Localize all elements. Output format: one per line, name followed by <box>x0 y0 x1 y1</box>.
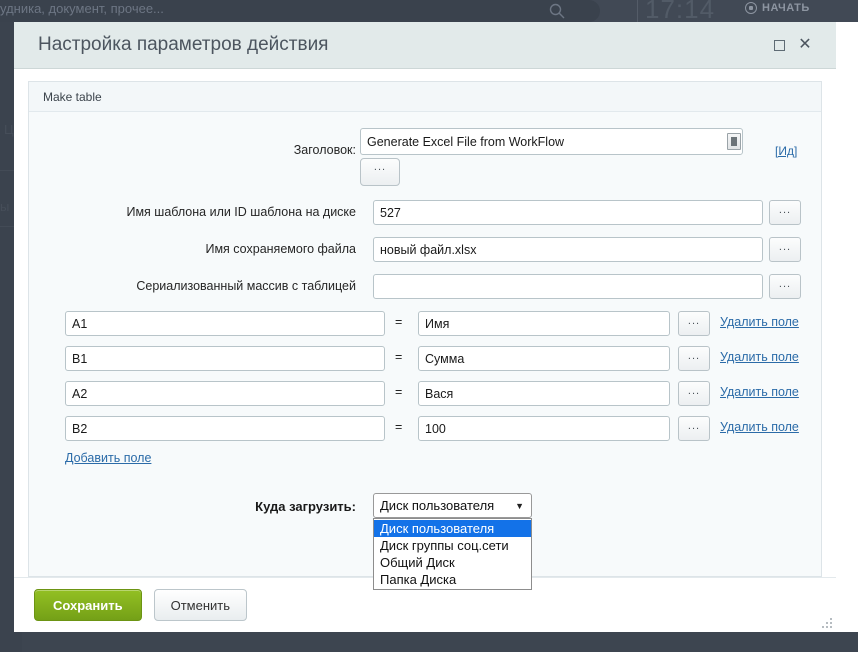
record-icon <box>745 2 757 14</box>
panel-content: Заголовок: ... [Ид] Имя шаблона или ID ш… <box>29 112 821 590</box>
upload-destination-select[interactable]: Диск пользователя ▼ <box>373 493 532 518</box>
background-start-label: НАЧАТЬ <box>762 2 810 14</box>
remove-field-link[interactable]: Удалить поле <box>720 350 799 364</box>
cell-browse-button[interactable]: ... <box>678 311 710 336</box>
add-field-row: Добавить поле <box>29 451 821 471</box>
title-input[interactable] <box>360 128 743 155</box>
template-name-label: Имя шаблона или ID шаблона на диске <box>126 205 356 219</box>
serialized-array-label: Сериализованный массив с таблицей <box>136 279 356 293</box>
maximize-icon <box>773 39 785 51</box>
dialog-title: Настройка параметров действия <box>38 34 329 55</box>
background-ghost-text-1: Ц <box>4 122 14 137</box>
upload-destination-label: Куда загрузить: <box>255 499 356 514</box>
serialized-array-input[interactable] <box>373 274 763 299</box>
background-start-button[interactable]: НАЧАТЬ <box>745 2 810 14</box>
topbar-divider <box>637 0 638 22</box>
close-button[interactable]: ✕ <box>792 32 818 58</box>
serialized-array-browse-button[interactable]: ... <box>769 274 801 299</box>
title-browse-button[interactable]: ... <box>360 158 400 186</box>
cell-key-input[interactable] <box>65 416 385 441</box>
search-icon[interactable] <box>548 2 566 20</box>
remove-field-link[interactable]: Удалить поле <box>720 420 799 434</box>
table-row: = ... Удалить поле <box>29 416 821 451</box>
save-button[interactable]: Сохранить <box>34 589 142 621</box>
cell-key-input[interactable] <box>65 381 385 406</box>
template-name-row: Имя шаблона или ID шаблона на диске ... <box>29 200 821 237</box>
table-row: = ... Удалить поле <box>29 346 821 381</box>
saved-file-name-browse-button[interactable]: ... <box>769 237 801 262</box>
title-field-row: Заголовок: ... [Ид] <box>29 128 821 192</box>
upload-destination-option[interactable]: Диск группы соц.сети <box>374 537 531 554</box>
template-name-browse-button[interactable]: ... <box>769 200 801 225</box>
background-search-placeholder: удника, документ, прочее... <box>0 1 164 16</box>
serialized-array-row: Сериализованный массив с таблицей ... <box>29 274 821 311</box>
close-icon: ✕ <box>798 36 812 53</box>
equals-sign: = <box>395 420 403 434</box>
upload-destination-option[interactable]: Диск пользователя <box>374 520 531 537</box>
chevron-down-icon: ▼ <box>515 500 524 511</box>
action-parameters-dialog: Настройка параметров действия ✕ Make tab… <box>14 22 836 632</box>
upload-destination-options-list[interactable]: Диск пользователя Диск группы соц.сети О… <box>373 518 532 590</box>
equals-sign: = <box>395 385 403 399</box>
cell-browse-button[interactable]: ... <box>678 346 710 371</box>
saved-file-name-input[interactable] <box>373 237 763 262</box>
remove-field-link[interactable]: Удалить поле <box>720 385 799 399</box>
cell-browse-button[interactable]: ... <box>678 381 710 406</box>
remove-field-link[interactable]: Удалить поле <box>720 315 799 329</box>
table-row: = ... Удалить поле <box>29 311 821 346</box>
equals-sign: = <box>395 315 403 329</box>
cell-browse-button[interactable]: ... <box>678 416 710 441</box>
cancel-button[interactable]: Отменить <box>153 589 248 621</box>
id-link[interactable]: [Ид] <box>775 144 797 158</box>
panel-header-label: Make table <box>43 89 102 104</box>
add-field-link[interactable]: Добавить поле <box>65 451 151 465</box>
dialog-titlebar: Настройка параметров действия ✕ <box>14 22 836 69</box>
form-panel: Make table Заголовок: ... [Ид] Имя шабло… <box>28 81 822 590</box>
textarea-grip-icon[interactable] <box>727 133 741 150</box>
cell-value-input[interactable] <box>418 311 670 336</box>
cell-key-input[interactable] <box>65 311 385 336</box>
panel-header: Make table <box>29 82 821 112</box>
cell-value-input[interactable] <box>418 346 670 371</box>
equals-sign: = <box>395 350 403 364</box>
upload-destination-option[interactable]: Общий Диск <box>374 554 531 571</box>
dialog-body: Make table Заголовок: ... [Ид] Имя шабло… <box>14 69 836 590</box>
template-name-input[interactable] <box>373 200 763 225</box>
saved-file-name-label: Имя сохраняемого файла <box>205 242 356 256</box>
upload-destination-selected-value: Диск пользователя <box>380 498 495 513</box>
upload-destination-row: Куда загрузить: Диск пользователя ▼ Диск… <box>29 493 821 590</box>
upload-destination-option[interactable]: Папка Диска <box>374 571 531 588</box>
background-topbar: удника, документ, прочее... 17:14 НАЧАТЬ <box>0 0 858 24</box>
maximize-button[interactable] <box>766 32 792 58</box>
background-search-field[interactable]: удника, документ, прочее... <box>0 0 600 22</box>
cell-value-input[interactable] <box>418 381 670 406</box>
saved-file-name-row: Имя сохраняемого файла ... <box>29 237 821 274</box>
resize-grip-icon[interactable] <box>820 616 834 630</box>
title-field-label: Заголовок: <box>293 143 356 157</box>
cell-value-input[interactable] <box>418 416 670 441</box>
cell-key-input[interactable] <box>65 346 385 371</box>
table-row: = ... Удалить поле <box>29 381 821 416</box>
